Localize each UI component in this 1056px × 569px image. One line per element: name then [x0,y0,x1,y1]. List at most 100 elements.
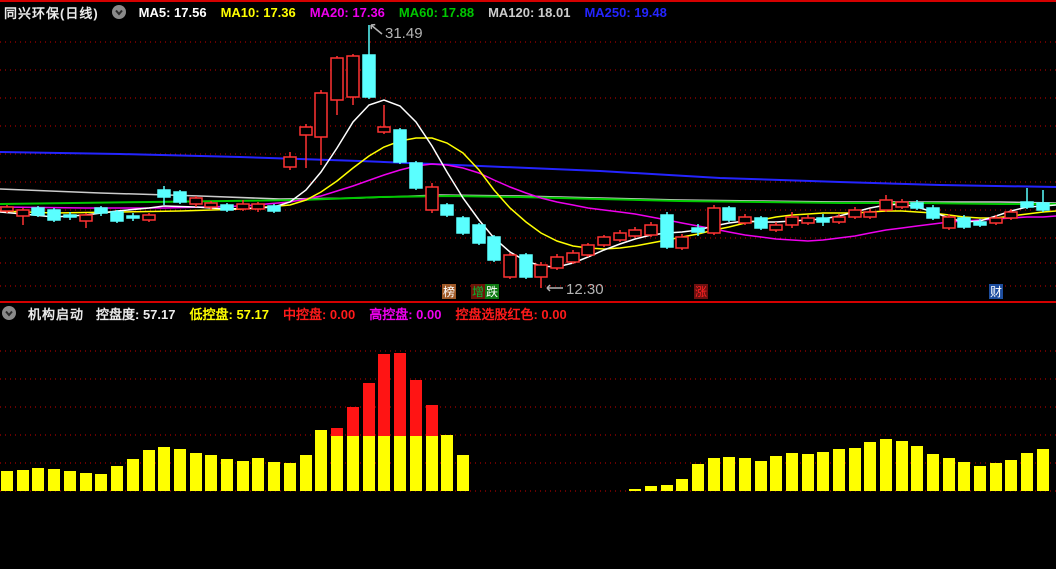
candle[interactable] [989,215,1003,225]
candle[interactable] [472,223,486,245]
candle[interactable] [597,235,611,247]
histogram-bar[interactable] [943,458,955,491]
candle[interactable] [519,253,533,279]
histogram-bar[interactable] [378,354,390,491]
histogram-bar[interactable] [441,435,453,491]
candle[interactable] [189,196,203,207]
histogram-bar[interactable] [347,407,359,491]
candle[interactable] [581,243,595,257]
histogram-bar[interactable] [723,457,735,491]
histogram-bar[interactable] [708,458,720,491]
candle[interactable] [722,206,736,222]
candle[interactable] [660,212,674,249]
histogram-bar[interactable] [190,453,202,491]
candle[interactable] [613,230,627,242]
histogram-bar[interactable] [252,458,264,491]
candle[interactable] [393,128,407,164]
candle[interactable] [456,216,470,235]
candle[interactable] [926,205,940,220]
histogram-bar[interactable] [990,463,1002,491]
histogram-bar[interactable] [676,479,688,491]
candle[interactable] [346,54,360,105]
candle[interactable] [110,210,124,223]
candle[interactable] [425,183,439,213]
indicator-chevron-down-icon[interactable] [2,306,16,320]
histogram-bar[interactable] [95,474,107,491]
candle[interactable] [707,205,721,235]
stock-title[interactable]: 同兴环保(日线) [4,3,99,22]
histogram-bar[interactable] [629,489,641,491]
candle[interactable] [816,214,830,226]
candle[interactable] [550,254,564,270]
candle[interactable] [644,222,658,237]
histogram-bar[interactable] [786,453,798,491]
histogram-bar[interactable] [896,441,908,491]
histogram-bar[interactable] [143,450,155,491]
event-marker-1[interactable]: 增 [471,284,485,299]
candle[interactable] [503,253,517,279]
candle[interactable] [362,25,376,99]
histogram-bar[interactable] [268,462,280,491]
histogram-bar[interactable] [300,455,312,491]
histogram-bar[interactable] [927,454,939,491]
candle[interactable] [675,234,689,250]
histogram-bar[interactable] [17,470,29,491]
histogram-bar[interactable] [315,430,327,491]
histogram-bar[interactable] [127,459,139,491]
histogram-bar[interactable] [48,469,60,491]
candle[interactable] [409,161,423,190]
histogram-bar[interactable] [1037,449,1049,491]
candle[interactable] [738,214,752,225]
histogram-bar[interactable] [833,449,845,491]
histogram-bar[interactable] [237,461,249,491]
histogram-bar[interactable] [1021,453,1033,491]
histogram-bar[interactable] [974,466,986,491]
histogram-bar[interactable] [394,353,406,491]
candle[interactable] [173,190,187,204]
histogram-bar[interactable] [770,456,782,491]
histogram-bar[interactable] [111,466,123,491]
histogram-bar[interactable] [410,380,422,491]
histogram-bar[interactable] [1,471,13,491]
candle[interactable] [94,206,108,216]
histogram-bar[interactable] [331,428,343,491]
histogram-bar[interactable] [80,473,92,491]
candle[interactable] [1020,188,1034,209]
candle[interactable] [283,152,297,170]
candle[interactable] [377,105,391,134]
candle[interactable] [487,235,501,262]
candle[interactable] [440,203,454,217]
candle[interactable] [566,250,580,264]
histogram-bar[interactable] [739,458,751,491]
histogram-bar[interactable] [849,448,861,491]
event-marker-0[interactable]: 榜 [442,284,456,299]
histogram-bar[interactable] [864,442,876,491]
candle[interactable] [267,204,281,213]
candle[interactable] [895,199,909,209]
histogram-bar[interactable] [64,471,76,491]
histogram-bar[interactable] [158,447,170,491]
candle[interactable] [299,124,313,168]
chevron-down-icon[interactable] [111,5,126,19]
histogram-bar[interactable] [817,452,829,491]
candle[interactable] [769,222,783,232]
histogram-bar[interactable] [221,459,233,491]
candle[interactable] [220,203,234,212]
histogram-bar[interactable] [661,485,673,491]
event-marker-4[interactable]: 财 [989,284,1003,299]
histogram-bar[interactable] [1005,460,1017,491]
candle[interactable] [31,206,45,217]
histogram-bar[interactable] [692,464,704,491]
candle[interactable] [47,208,61,222]
histogram-bar[interactable] [284,463,296,491]
candle[interactable] [628,227,642,238]
histogram-bar[interactable] [911,446,923,491]
histogram-bar[interactable] [363,383,375,491]
candle[interactable] [79,213,93,228]
candle[interactable] [251,202,265,212]
event-marker-2[interactable]: 跌 [485,284,499,299]
candle[interactable] [1036,190,1050,212]
candle[interactable] [142,213,156,222]
histogram-bar[interactable] [457,455,469,491]
histogram-bar[interactable] [880,439,892,491]
